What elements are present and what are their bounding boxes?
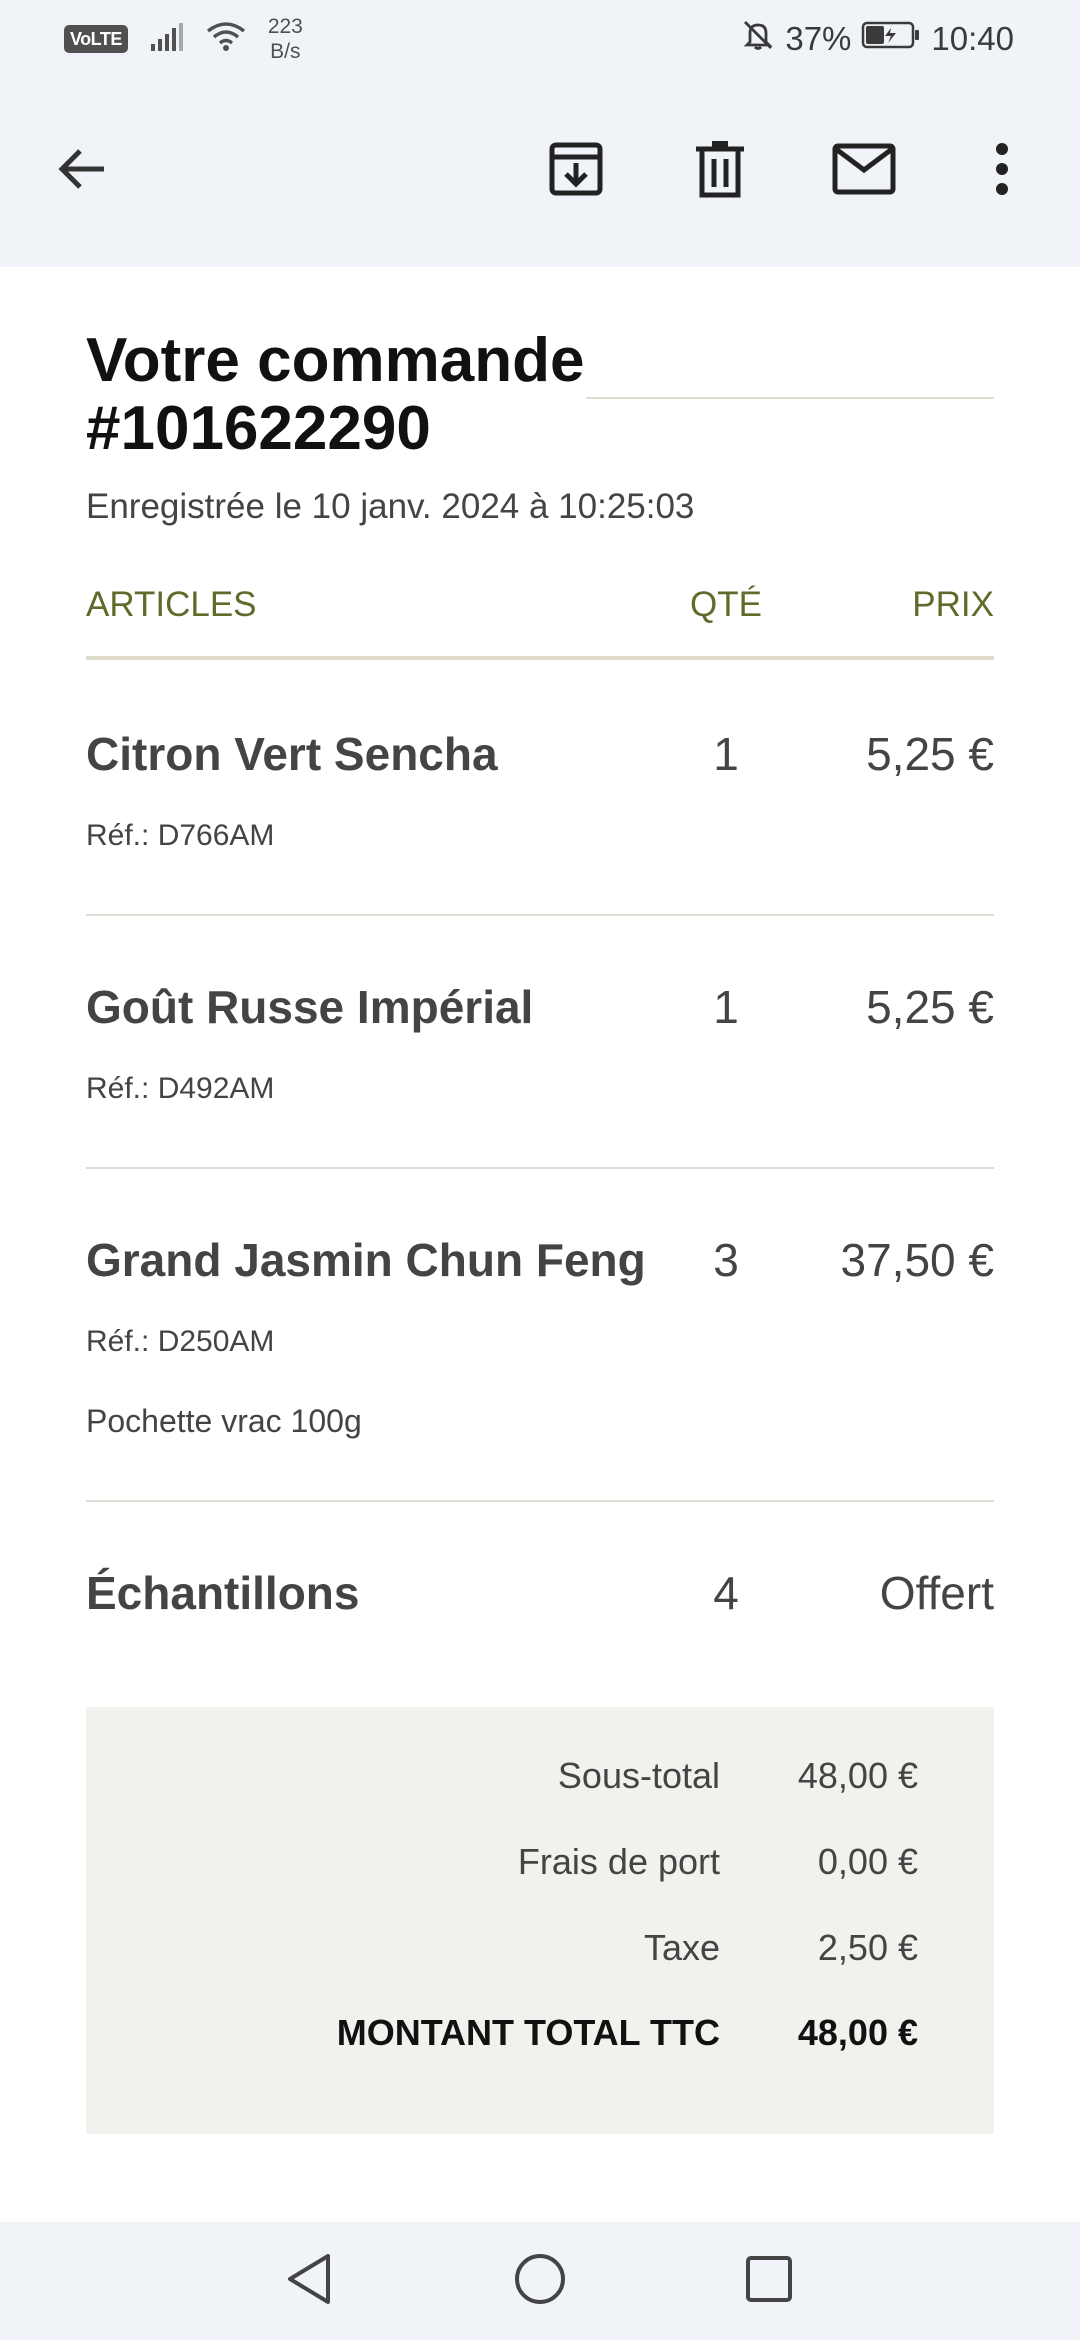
item-qty: 3 bbox=[713, 1234, 739, 1286]
nav-recents-icon bbox=[744, 2254, 794, 2309]
mail-icon bbox=[832, 143, 896, 200]
delete-button[interactable] bbox=[680, 131, 760, 211]
item-name: Grand Jasmin Chun Feng bbox=[86, 1234, 646, 1286]
battery-icon bbox=[861, 20, 921, 58]
nav-home-icon bbox=[513, 2252, 567, 2311]
order-title: Votre commande #101622290 bbox=[86, 327, 994, 463]
shipping-value: 0,00 € bbox=[817, 1841, 918, 1882]
net-speed: 223 B/s bbox=[268, 14, 303, 64]
archive-button[interactable] bbox=[536, 131, 616, 211]
row-divider bbox=[86, 1167, 994, 1169]
shipping-label: Frais de port bbox=[517, 1841, 720, 1882]
item-qty: 1 bbox=[713, 728, 739, 780]
item-ref: Réf.: D766AM bbox=[86, 819, 275, 852]
item-qty: 4 bbox=[713, 1567, 739, 1619]
back-arrow-icon bbox=[54, 141, 110, 202]
email-screen: VoLTE 223 B/s 37% 10:40 Votre commande #… bbox=[0, 0, 1080, 2340]
item-ref: Réf.: D492AM bbox=[86, 1072, 275, 1105]
trash-icon bbox=[692, 139, 748, 204]
signal-icon bbox=[150, 22, 184, 57]
item-name: Citron Vert Sencha bbox=[86, 728, 498, 780]
net-speed-value: 223 bbox=[267, 15, 303, 38]
item-name: Échantillons bbox=[86, 1567, 360, 1619]
status-bar: VoLTE 223 B/s 37% 10:40 bbox=[0, 0, 1080, 76]
table-header: ARTICLES QTÉ PRIX bbox=[86, 585, 994, 631]
header-price: PRIX bbox=[912, 585, 994, 624]
item-qty: 1 bbox=[713, 981, 739, 1033]
item-price: Offert bbox=[879, 1567, 994, 1619]
subtotal-label: Sous-total bbox=[557, 1755, 720, 1796]
row-divider bbox=[86, 914, 994, 916]
grand-total-row: MONTANT TOTAL TTC 48,00 € bbox=[86, 2012, 994, 2062]
net-speed-unit: B/s bbox=[270, 40, 301, 63]
shipping-row: Frais de port 0,00 € bbox=[86, 1841, 994, 1891]
header-qty: QTÉ bbox=[690, 585, 762, 624]
item-price: 5,25 € bbox=[866, 981, 994, 1033]
header-articles: ARTICLES bbox=[86, 585, 257, 624]
status-right: 37% 10:40 bbox=[741, 14, 1014, 64]
volte-badge: VoLTE bbox=[64, 25, 128, 53]
header-divider bbox=[86, 656, 994, 660]
nav-back-button[interactable] bbox=[276, 2248, 342, 2314]
clock: 10:40 bbox=[931, 20, 1014, 57]
archive-icon bbox=[546, 139, 606, 204]
subtotal-row: Sous-total 48,00 € bbox=[86, 1755, 994, 1805]
wifi-icon bbox=[206, 21, 246, 58]
mute-icon bbox=[741, 18, 775, 60]
back-button[interactable] bbox=[42, 131, 122, 211]
title-line-1: Votre commande bbox=[86, 326, 585, 395]
system-nav-bar bbox=[0, 2222, 1080, 2340]
tax-row: Taxe 2,50 € bbox=[86, 1927, 994, 1977]
subtotal-value: 48,00 € bbox=[797, 1755, 918, 1796]
totals-box: Sous-total 48,00 € Frais de port 0,00 € … bbox=[86, 1707, 994, 2134]
grand-total-value: 48,00 € bbox=[797, 2012, 918, 2053]
status-left: VoLTE 223 B/s bbox=[64, 14, 303, 64]
order-number: #101622290 bbox=[86, 394, 431, 463]
item-price: 5,25 € bbox=[866, 728, 994, 780]
tax-value: 2,50 € bbox=[817, 1927, 918, 1968]
more-options-button[interactable] bbox=[962, 131, 1042, 211]
nav-home-button[interactable] bbox=[507, 2248, 573, 2314]
more-vertical-icon bbox=[992, 141, 1012, 202]
app-toolbar bbox=[0, 76, 1080, 267]
item-price: 37,50 € bbox=[840, 1234, 994, 1286]
battery-percent: 37% bbox=[785, 20, 852, 57]
nav-back-icon bbox=[284, 2252, 334, 2311]
item-ref: Réf.: D250AM bbox=[86, 1325, 275, 1358]
item-name: Goût Russe Impérial bbox=[86, 981, 534, 1033]
title-divider bbox=[586, 397, 994, 399]
page-title: Votre commande #101622290 bbox=[86, 327, 606, 463]
mark-unread-button[interactable] bbox=[824, 131, 904, 211]
item-variant: Pochette vrac 100g bbox=[86, 1403, 362, 1439]
tax-label: Taxe bbox=[643, 1927, 720, 1968]
nav-recents-button[interactable] bbox=[736, 2248, 802, 2314]
row-divider bbox=[86, 1500, 994, 1502]
grand-total-label: MONTANT TOTAL TTC bbox=[336, 2012, 720, 2053]
order-date: Enregistrée le 10 janv. 2024 à 10:25:03 bbox=[86, 487, 695, 526]
